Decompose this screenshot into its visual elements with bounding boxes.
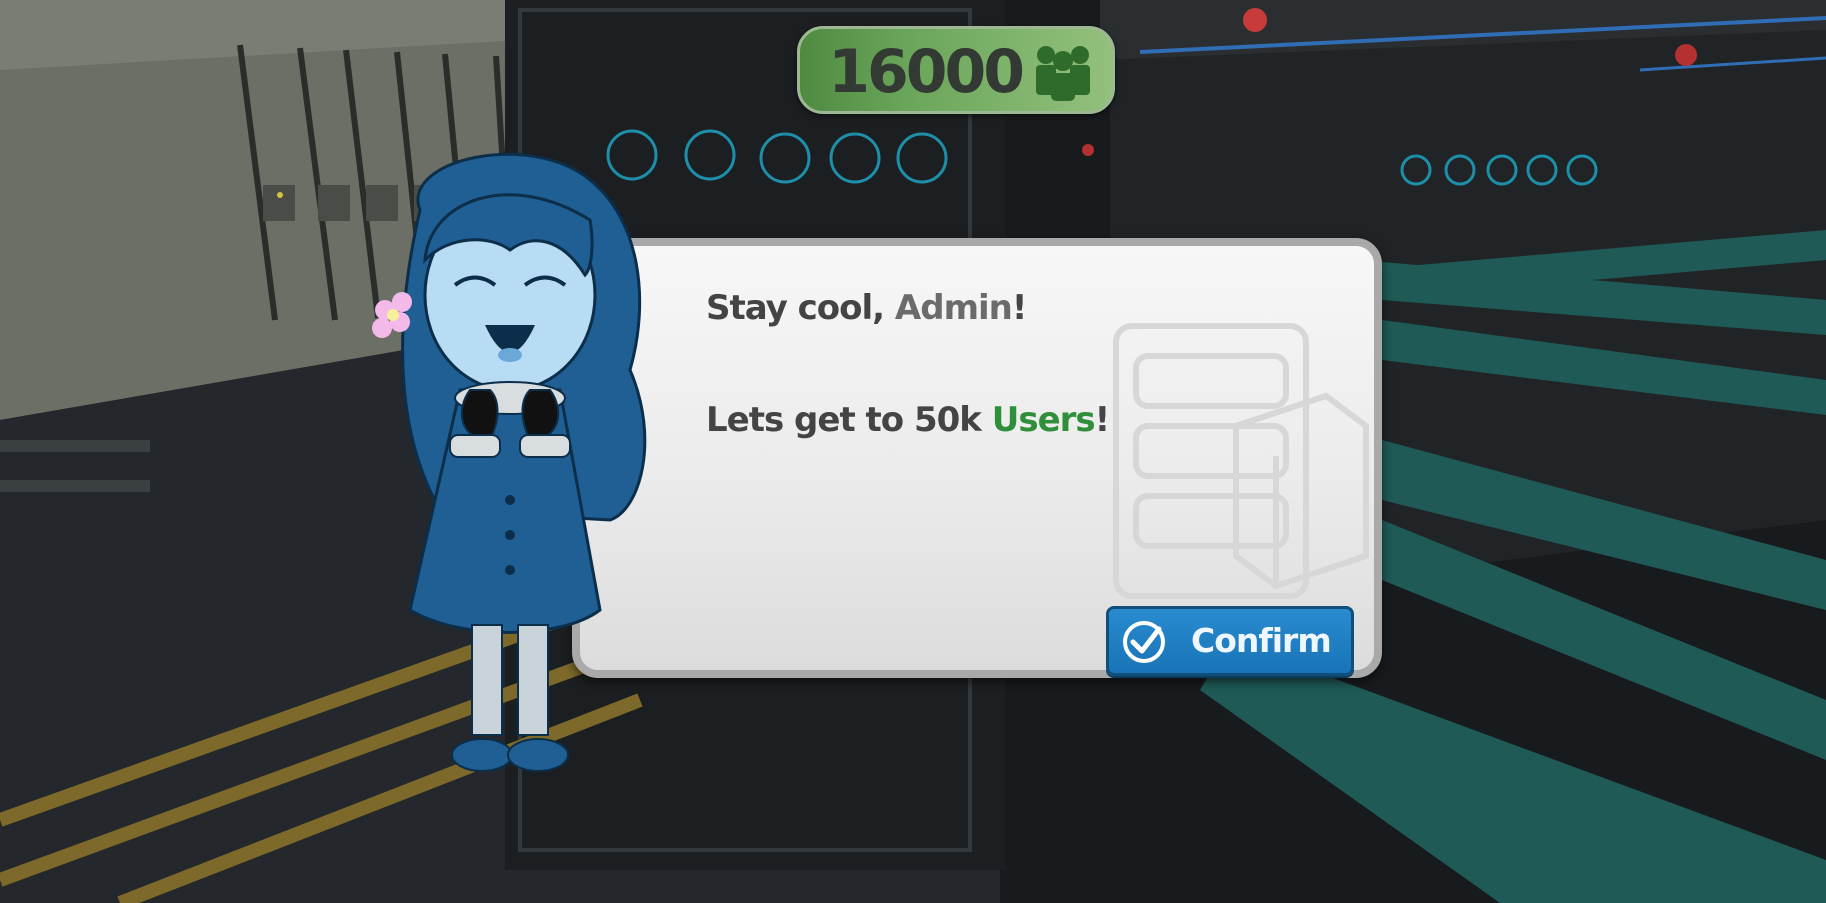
goal-suffix: !	[1094, 400, 1110, 440]
greeting-text: Stay cool, Admin!	[706, 288, 1027, 328]
user-count-badge: 16000	[797, 26, 1115, 114]
goal-highlight: Users	[991, 400, 1096, 440]
checkmark-icon	[1123, 621, 1165, 663]
users-icon	[1036, 46, 1090, 101]
greeting-suffix: !	[1011, 288, 1027, 328]
server-box-watermark	[1113, 323, 1369, 599]
confirm-label: Confirm	[1191, 621, 1332, 660]
greeting-prefix: Stay cool,	[706, 288, 895, 328]
assistant-character	[372, 152, 647, 772]
tutorial-dialog: Stay cool, Admin! Lets get to 50k Users!…	[572, 238, 1382, 678]
goal-text: Lets get to 50k Users!	[706, 400, 1110, 440]
confirm-button[interactable]: Confirm	[1106, 606, 1354, 676]
user-count-value: 16000	[828, 37, 1025, 107]
goal-prefix: Lets get to 50k	[706, 400, 992, 440]
greeting-name: Admin	[894, 288, 1013, 328]
